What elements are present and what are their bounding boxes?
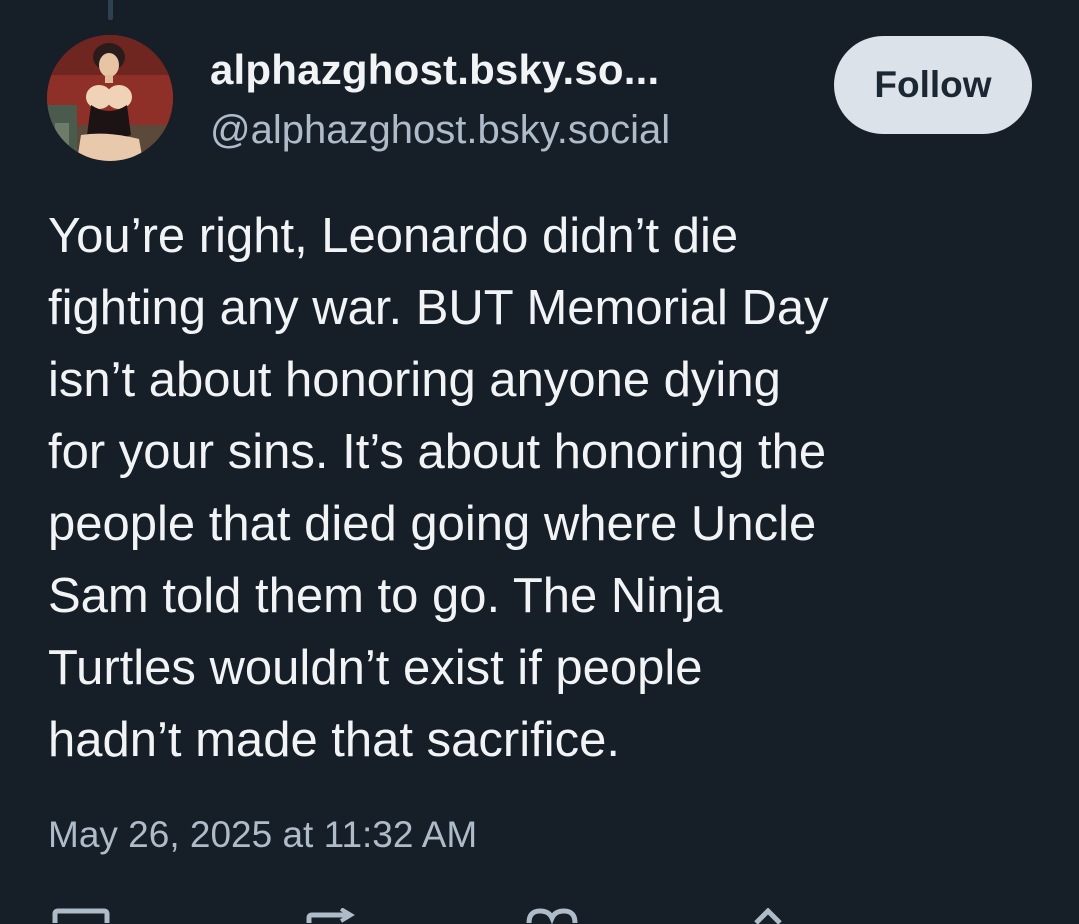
post-text-line: hadn’t made that sacrifice. [48,713,620,767]
post-text-line: isn’t about honoring anyone dying [48,353,781,407]
post-text-line: people that died going where Uncle [48,497,817,551]
avatar-image [47,35,173,161]
post-action-bar [0,900,1079,924]
reply-icon[interactable] [52,908,110,924]
author-display-name[interactable]: alphazghost.bsky.so... [210,46,790,94]
post-text-line: fighting any war. BUT Memorial Day [48,281,829,335]
author-handle[interactable]: @alphazghost.bsky.social [210,108,670,153]
post-timestamp: May 26, 2025 at 11:32 AM [48,814,478,855]
post-text: You’re right, Leonardo didn’t die fighti… [48,200,1058,776]
thread-connector-line [108,0,113,20]
post-text-line: Turtles wouldn’t exist if people [48,641,703,695]
share-icon[interactable] [750,908,786,924]
like-icon[interactable] [525,908,579,924]
post-text-line: You’re right, Leonardo didn’t die [48,209,739,263]
repost-icon[interactable] [305,908,357,924]
post-text-line: for your sins. It’s about honoring the [48,425,827,479]
follow-button[interactable]: Follow [834,36,1032,134]
author-avatar[interactable] [47,35,173,161]
post-text-line: Sam told them to go. The Ninja [48,569,723,623]
